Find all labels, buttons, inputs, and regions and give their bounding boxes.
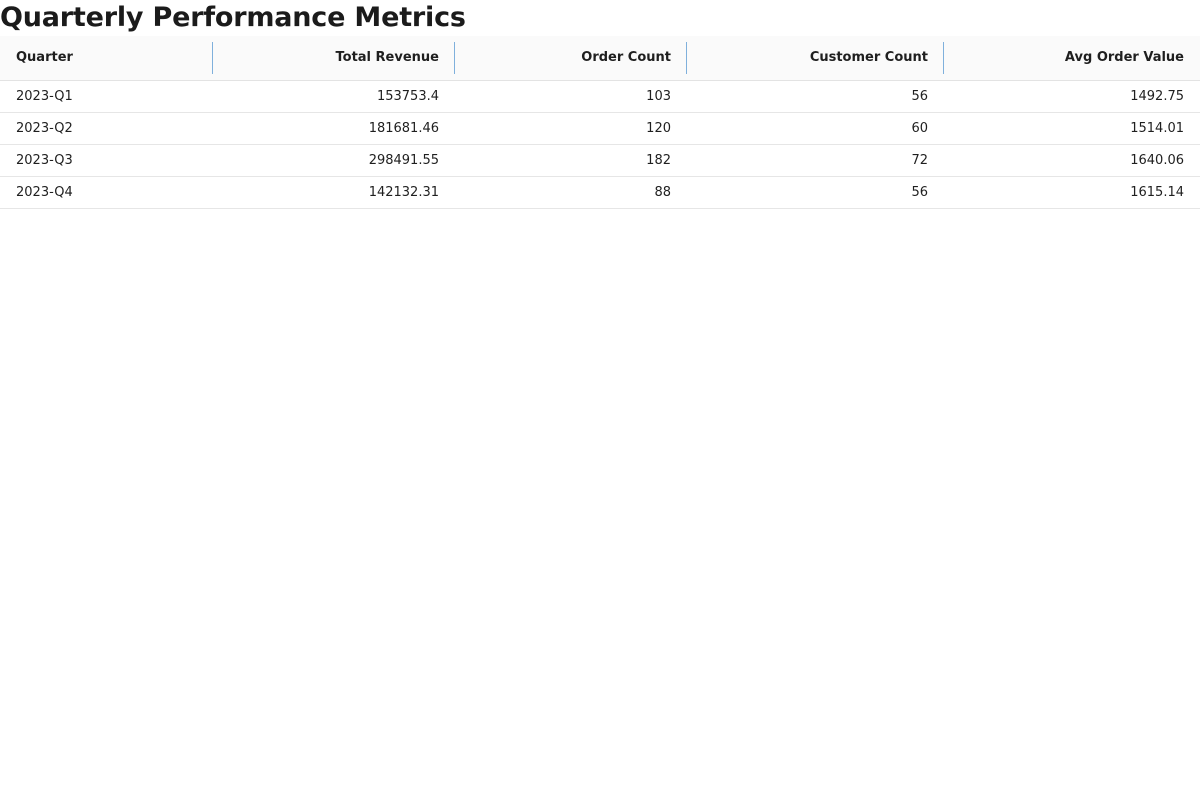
cell-order-count: 88 xyxy=(654,184,671,200)
cell-customer-count: 56 xyxy=(911,88,928,104)
cell-avg-order-value: 1492.75 xyxy=(1130,88,1184,104)
cell-total-revenue: 153753.4 xyxy=(376,88,439,104)
column-header-avg-order-value[interactable]: Avg Order Value xyxy=(944,36,1200,80)
metrics-table: Quarter Total Revenue Order Count Custom… xyxy=(0,36,1200,209)
cell-customer-count: 60 xyxy=(911,120,928,136)
table-row: 2023-Q2 181681.46 120 60 1514.01 xyxy=(0,112,1200,144)
cell-quarter: 2023-Q1 xyxy=(16,88,73,104)
cell-avg-order-value: 1514.01 xyxy=(1130,120,1184,136)
cell-customer-count: 72 xyxy=(911,152,928,168)
table-header-row: Quarter Total Revenue Order Count Custom… xyxy=(0,36,1200,80)
cell-quarter: 2023-Q3 xyxy=(16,152,73,168)
column-header-order-count[interactable]: Order Count xyxy=(455,36,687,80)
column-header-customer-count[interactable]: Customer Count xyxy=(687,36,944,80)
cell-avg-order-value: 1640.06 xyxy=(1130,152,1184,168)
cell-order-count: 120 xyxy=(646,120,671,136)
table-row: 2023-Q3 298491.55 182 72 1640.06 xyxy=(0,144,1200,176)
cell-total-revenue: 142132.31 xyxy=(368,184,439,200)
cell-total-revenue: 298491.55 xyxy=(368,152,439,168)
page-title: Quarterly Performance Metrics xyxy=(0,2,466,33)
cell-order-count: 103 xyxy=(646,88,671,104)
cell-quarter: 2023-Q4 xyxy=(16,184,73,200)
cell-total-revenue: 181681.46 xyxy=(368,120,439,136)
table-row: 2023-Q1 153753.4 103 56 1492.75 xyxy=(0,80,1200,112)
cell-quarter: 2023-Q2 xyxy=(16,120,73,136)
column-header-quarter[interactable]: Quarter xyxy=(0,36,213,80)
cell-order-count: 182 xyxy=(646,152,671,168)
table-row: 2023-Q4 142132.31 88 56 1615.14 xyxy=(0,176,1200,208)
column-header-total-revenue[interactable]: Total Revenue xyxy=(213,36,455,80)
cell-avg-order-value: 1615.14 xyxy=(1130,184,1184,200)
cell-customer-count: 56 xyxy=(911,184,928,200)
